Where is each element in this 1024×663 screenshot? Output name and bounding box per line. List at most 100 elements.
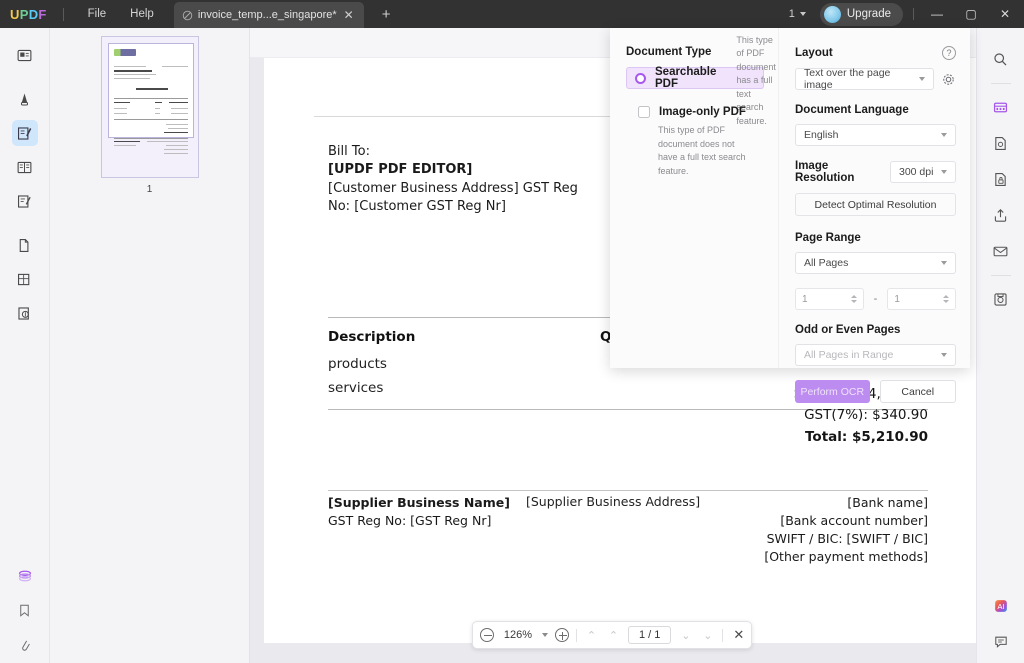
radio-selected-icon[interactable] <box>635 72 646 84</box>
bill-to-block: Bill To: [UPDF PDF EDITOR] [Customer Bus… <box>328 143 578 217</box>
gst-line: GST(7%): $340.90 <box>804 407 928 424</box>
sidebar-item-form[interactable] <box>12 188 38 214</box>
help-icon[interactable]: ? <box>942 46 956 60</box>
layout-select[interactable]: Text over the page image <box>795 67 934 91</box>
thumbnail-page-number: 1 <box>146 184 153 195</box>
table-row: services <box>328 379 384 396</box>
toolbar-divider-1 <box>576 628 577 642</box>
document-tab[interactable]: invoice_temp...e_singapore* ✕ <box>173 2 364 28</box>
zoom-in-icon[interactable] <box>555 628 569 642</box>
document-language-row: English <box>795 124 956 146</box>
left-tool-rail <box>0 28 50 663</box>
sidebar-item-organize-pages[interactable] <box>12 154 38 180</box>
right-item-share[interactable] <box>988 202 1014 228</box>
stepper-arrows[interactable] <box>943 295 950 303</box>
document-language-select[interactable]: English <box>795 124 956 146</box>
right-item-search[interactable] <box>988 46 1014 72</box>
right-item-save-as[interactable] <box>988 286 1014 312</box>
tab-close-icon[interactable]: ✕ <box>342 8 356 22</box>
first-page-icon[interactable]: ⌃ <box>584 629 599 642</box>
window-maximize-button[interactable]: ▢ <box>954 0 988 28</box>
chevron-down-icon <box>941 261 947 265</box>
right-item-ocr[interactable] <box>988 94 1014 120</box>
close-icon[interactable]: ✕ <box>730 627 744 643</box>
attachment-icon <box>22 640 30 651</box>
searchable-pdf-header: Searchable PDF <box>635 66 716 90</box>
organize-pages-icon <box>17 161 32 173</box>
sidebar-item-protect[interactable] <box>12 300 38 326</box>
right-tool-rail: AI <box>976 28 1024 663</box>
document-type-option-searchable-pdf[interactable]: Searchable PDF This type of PDF document… <box>626 35 776 126</box>
thumbnail-page-preview <box>107 43 194 155</box>
cancel-button[interactable]: Cancel <box>879 380 956 403</box>
new-tab-button[interactable]: + <box>376 7 397 22</box>
stepper-up-icon[interactable] <box>943 295 950 298</box>
stepper-down-icon[interactable] <box>943 300 950 303</box>
upgrade-button[interactable]: Upgrade <box>819 2 903 26</box>
last-page-icon[interactable]: ⌄ <box>700 629 715 642</box>
ocr-icon <box>17 273 30 285</box>
radio-unselected-icon[interactable] <box>638 106 650 118</box>
thumbnail-logo <box>113 49 136 56</box>
sidebar-item-edit-pdf[interactable] <box>11 120 38 146</box>
menu-help[interactable]: Help <box>118 5 166 23</box>
right-item-protect[interactable] <box>988 166 1014 192</box>
page-range-from-input[interactable]: 1 <box>795 288 864 310</box>
page-navigation-toolbar: 126% ⌃ ⌃ 1 / 1 ⌄ ⌄ ✕ <box>472 621 753 649</box>
image-resolution-select[interactable]: 300 dpi <box>890 161 956 183</box>
document-type-option-image-only-pdf[interactable]: Image-only PDF This type of PDF document… <box>626 95 764 190</box>
sidebar-item-bookmark[interactable] <box>12 597 38 623</box>
searchable-pdf-label: Searchable PDF <box>655 66 717 90</box>
page-indicator[interactable]: 1 / 1 <box>628 626 672 644</box>
tab-title: invoice_temp...e_singapore* <box>197 9 337 21</box>
previous-page-icon[interactable]: ⌃ <box>606 629 621 642</box>
window-minimize-button[interactable]: — <box>920 0 954 28</box>
window-close-button[interactable]: ✕ <box>988 0 1022 28</box>
sidebar-item-convert[interactable] <box>12 232 38 258</box>
sidebar-item-ocr[interactable] <box>12 266 38 292</box>
supplier-block: [Supplier Business Name] GST Reg No: [GS… <box>328 494 510 530</box>
total-line: Total: $5,210.90 <box>805 428 928 445</box>
feedback-icon <box>994 636 1007 648</box>
page-range-from-value: 1 <box>802 293 808 305</box>
bank-name: [Bank name] <box>847 495 928 510</box>
right-item-ai-tools[interactable]: AI <box>988 593 1014 619</box>
odd-even-pages-select[interactable]: All Pages in Range <box>795 344 956 366</box>
odd-even-pages-label: Odd or Even Pages <box>795 324 901 336</box>
page-thumbnail[interactable] <box>100 36 199 178</box>
next-page-icon[interactable]: ⌄ <box>678 629 693 642</box>
zoom-dropdown-chevron-down-icon[interactable] <box>542 633 548 637</box>
sidebar-item-ai-assistant[interactable] <box>12 563 38 589</box>
chevron-down-icon <box>919 77 925 81</box>
image-resolution-row: Image Resolution 300 dpi <box>795 160 956 184</box>
compress-icon <box>995 136 1006 150</box>
svg-text:AI: AI <box>997 602 1004 611</box>
right-item-feedback[interactable] <box>988 629 1014 655</box>
search-icon <box>994 52 1007 65</box>
gear-icon[interactable] <box>941 72 956 87</box>
image-only-pdf-header: Image-only PDF <box>638 106 752 118</box>
stepper-arrows[interactable] <box>850 295 857 303</box>
page-range-select[interactable]: All Pages <box>795 252 956 274</box>
page-range-to-input[interactable]: 1 <box>887 288 957 310</box>
chevron-down-icon <box>941 170 947 174</box>
sidebar-item-annotate[interactable] <box>12 86 38 112</box>
zoom-level-value[interactable]: 126% <box>501 629 535 641</box>
sidebar-item-reader[interactable] <box>12 42 38 68</box>
right-item-compress[interactable] <box>988 130 1014 156</box>
detect-optimal-resolution-button[interactable]: Detect Optimal Resolution <box>795 193 956 216</box>
sidebar-item-attachment[interactable] <box>12 631 38 657</box>
page-count-dropdown[interactable]: 1 <box>789 8 806 20</box>
page-range-separator: - <box>873 293 878 305</box>
stepper-down-icon[interactable] <box>850 300 857 303</box>
email-icon <box>993 246 1008 256</box>
stepper-up-icon[interactable] <box>850 295 857 298</box>
page-range-value: All Pages <box>804 257 849 269</box>
supplier-gst: GST Reg No: [GST Reg Nr] <box>328 513 492 529</box>
perform-ocr-button[interactable]: Perform OCR <box>795 380 870 403</box>
supplier-name: [Supplier Business Name] <box>328 495 510 510</box>
right-item-email[interactable] <box>988 238 1014 264</box>
bank-swift: SWIFT / BIC: [SWIFT / BIC] <box>766 531 928 547</box>
zoom-out-icon[interactable] <box>480 628 494 642</box>
menu-file[interactable]: File <box>76 5 119 23</box>
